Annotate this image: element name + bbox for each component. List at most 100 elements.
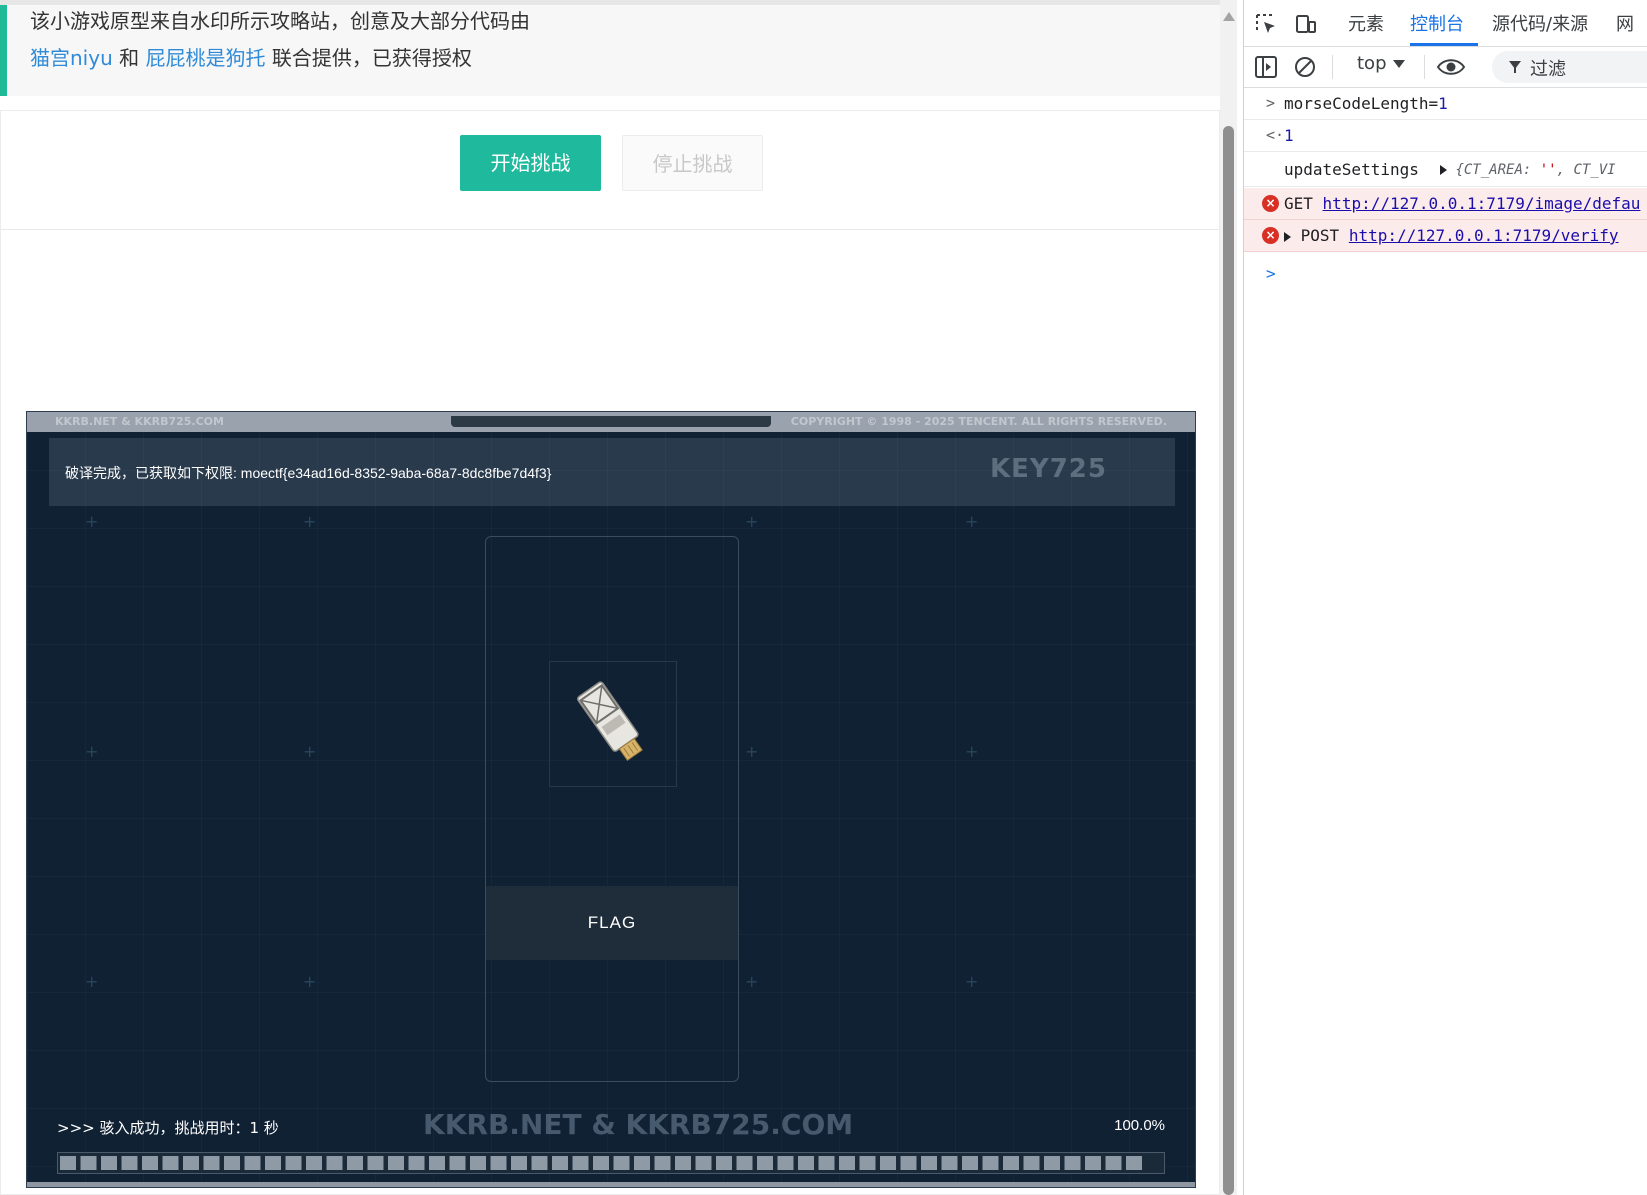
inspect-element-icon[interactable] [1254,12,1278,36]
grid-cross: + [965,742,979,761]
progress-segment [634,1156,650,1170]
error-text-get: GET http://127.0.0.1:7179/image/defau [1284,194,1640,213]
progress-segment [572,1156,589,1170]
progress-segment [613,1156,630,1170]
expand-triangle-icon[interactable] [1440,165,1447,175]
progress-segment [880,1156,896,1170]
progress-segment [531,1156,548,1170]
key725-logo: KEY725 [989,454,1107,484]
tab-network[interactable]: 网 [1616,0,1634,46]
grid-cross: + [745,972,759,991]
console-filter-input[interactable]: 过滤 [1492,51,1647,83]
game-site-label: KKRB.NET & KKRB725.COM [55,415,224,428]
console-input-text: morseCodeLength=1 [1284,94,1448,113]
tab-sources[interactable]: 源代码/来源 [1492,0,1588,46]
game-top-bar: KKRB.NET & KKRB725.COM COPYRIGHT © 1998 … [27,412,1195,432]
grid-cross: + [745,512,759,531]
author-link-pipitao[interactable]: 屁屁桃是狗托 [145,46,265,70]
progress-segment [962,1156,978,1170]
notice-tail: 联合提供，已获得授权 [265,46,472,70]
toolbar-separator [1424,55,1425,79]
clear-console-icon[interactable] [1292,54,1318,80]
devtools-tab-bar: 元素 控制台 源代码/来源 网 [1244,0,1647,47]
grid-cross: + [745,742,759,761]
progress-segment [921,1156,937,1170]
progress-segment [224,1156,240,1170]
progress-segment [142,1156,158,1170]
progress-segment [285,1156,302,1170]
progress-segment [347,1156,363,1170]
console-log-object[interactable]: {CT_AREA: '', CT_VI [1440,162,1616,178]
error-url-get[interactable]: http://127.0.0.1:7179/image/defau [1323,194,1641,213]
progress-segment [326,1156,343,1170]
console-input-expr: morseCodeLength= [1284,94,1439,113]
progress-segment [941,1156,958,1170]
result-text: 破译完成，已获取如下权限: moectf{e34ad16d-8352-9aba-… [65,465,552,481]
progress-segment [203,1156,220,1170]
page-scrollbar[interactable] [1220,0,1237,1195]
progress-segment [511,1156,527,1170]
tab-console[interactable]: 控制台 [1410,0,1478,46]
notice-line-2: 猫宫niyu 和 屁屁桃是狗托 联合提供，已获得授权 [30,42,472,71]
expand-triangle-icon[interactable] [1284,231,1291,242]
item-label: FLAG [486,886,738,960]
progress-segment [675,1156,691,1170]
filter-icon-stem [1514,67,1516,73]
grid-cross: + [85,972,99,991]
progress-segment [470,1156,486,1170]
context-selector[interactable]: top [1357,53,1405,74]
start-challenge-button[interactable]: 开始挑战 [460,135,601,191]
chevron-down-icon [1392,60,1405,68]
game-bottom-bar [27,1182,1195,1187]
scrollbar-thumb[interactable] [1223,126,1234,1195]
grid-cross: + [85,512,99,531]
console-toolbar: top 过滤 [1244,47,1647,88]
notice-line-1: 该小游戏原型来自水印所示攻略站，创意及大部分代码由 [30,9,530,33]
tab-elements[interactable]: 元素 [1348,0,1384,46]
progress-segment [736,1156,753,1170]
progress-segment [306,1156,322,1170]
progress-segment [695,1156,712,1170]
error-url-post[interactable]: http://127.0.0.1:7179/verify [1349,226,1619,245]
progress-segment [757,1156,773,1170]
console-prompt-icon[interactable]: > [1266,264,1276,283]
item-panel: FLAG [485,536,739,1082]
notice-banner: 该小游戏原型来自水印所示攻略站，创意及大部分代码由 猫宫niyu 和 屁屁桃是狗… [0,5,1220,96]
card-divider [1,229,1219,230]
console-error-row-post: × POST http://127.0.0.1:7179/verify [1244,220,1647,252]
progress-segment [859,1156,876,1170]
progress-segment [798,1156,814,1170]
progress-segment [1085,1156,1101,1170]
author-link-niyu[interactable]: 猫宫niyu [30,46,113,70]
progress-segment [1044,1156,1060,1170]
progress-segment [1105,1156,1122,1170]
progress-segment [367,1156,384,1170]
stop-challenge-button[interactable]: 停止挑战 [622,135,763,191]
filter-placeholder: 过滤 [1530,59,1566,80]
scroll-up-arrow-icon[interactable] [1223,12,1235,21]
log-key-1: CT_AREA [1463,162,1523,178]
device-toolbar-icon[interactable] [1294,12,1318,36]
game-copyright: COPYRIGHT © 1998 - 2025 TENCENT. ALL RIG… [790,415,1167,428]
progress-segment [1126,1156,1142,1170]
progress-segment [265,1156,281,1170]
progress-segment [244,1156,261,1170]
error-text-post: POST http://127.0.0.1:7179/verify [1284,226,1619,245]
live-expression-eye-icon[interactable] [1436,54,1466,80]
progress-segment [162,1156,179,1170]
progress-segment [777,1156,794,1170]
error-method-post: POST [1300,226,1340,245]
console-error-row-get: × GET http://127.0.0.1:7179/image/defau [1244,188,1647,220]
console-log-label: updateSettings [1284,160,1419,179]
progress-segment [449,1156,466,1170]
grid-cross: + [303,512,317,531]
progress-segment [408,1156,425,1170]
chevron-right-icon: > [1266,94,1276,112]
progress-segment [429,1156,445,1170]
console-input-value: 1 [1438,94,1448,113]
show-sidebar-icon[interactable] [1253,54,1279,80]
toolbar-separator [1332,55,1333,79]
progress-segment [552,1156,568,1170]
progress-segment [490,1156,507,1170]
progress-segment [654,1156,671,1170]
